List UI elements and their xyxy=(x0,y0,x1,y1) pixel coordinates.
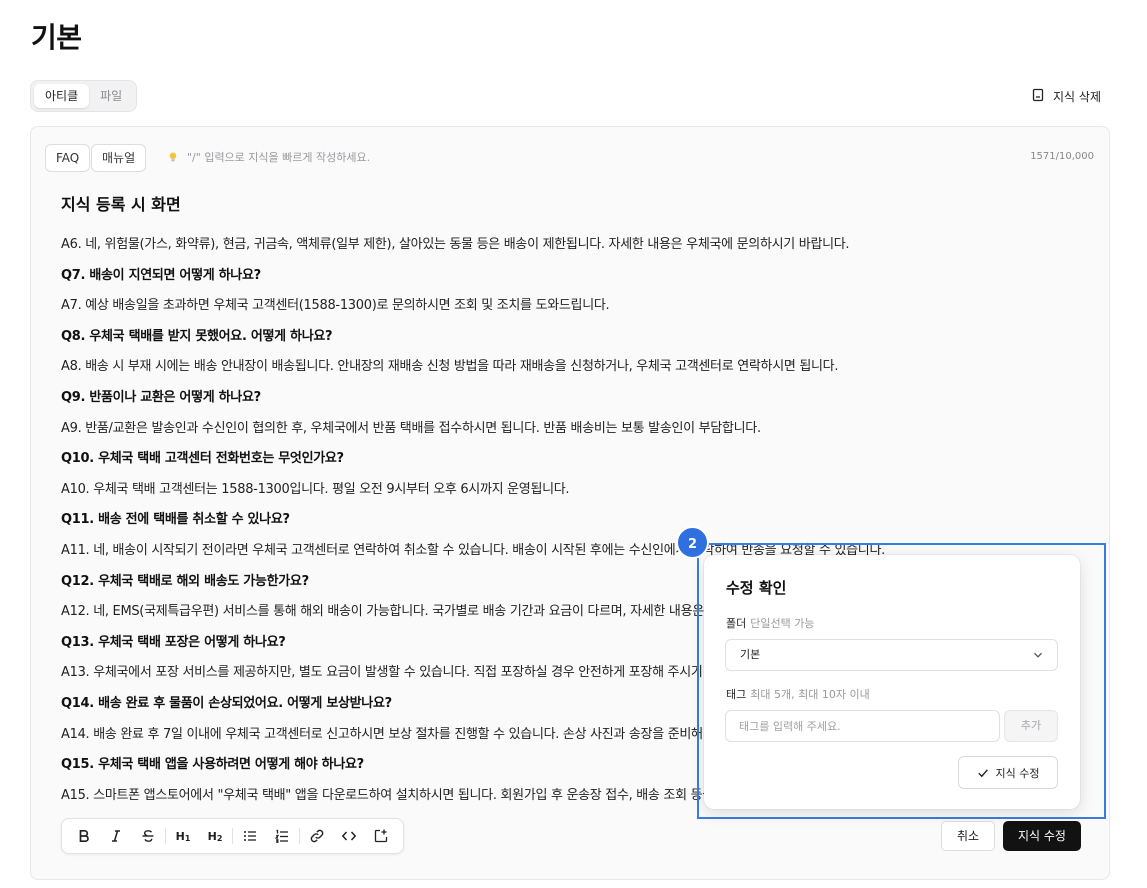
popup-title: 수정 확인 xyxy=(726,579,787,597)
folder-hint: 단일선택 가능 xyxy=(750,617,815,630)
tag-hint: 최대 5개, 최대 10자 이내 xyxy=(750,688,870,701)
bullet-list-button[interactable] xyxy=(234,822,266,850)
tag-label: 태그 xyxy=(726,688,747,701)
question-line: Q11. 배송 전에 택배를 취소할 수 있나요? xyxy=(61,512,290,528)
answer-line: A9. 반품/교환은 발송인과 수신인이 협의한 후, 우체국에서 반품 택배를… xyxy=(61,420,761,436)
manual-button[interactable]: 매뉴얼 xyxy=(91,144,147,172)
question-line: Q9. 반품이나 교환은 어떻게 하나요? xyxy=(61,389,261,405)
tab-article[interactable]: 아티클 xyxy=(34,84,90,108)
question-line: Q8. 우체국 택배를 받지 못했어요. 어떻게 하나요? xyxy=(61,328,333,344)
tab-file[interactable]: 파일 xyxy=(89,84,133,108)
content-type-tabs: 아티클 파일 xyxy=(30,80,138,112)
slash-hint: "/" 입력으로 지식을 빠르게 작성하세요. xyxy=(167,149,370,165)
folder-select[interactable]: 기본 xyxy=(725,639,1058,671)
submit-knowledge-button[interactable]: 지식 수정 xyxy=(1003,821,1081,851)
edit-confirm-popup: 수정 확인 폴더단일선택 가능 기본 태그최대 5개, 최대 10자 이내 추가… xyxy=(704,555,1080,809)
strikethrough-button[interactable] xyxy=(132,822,164,850)
toolbar-divider xyxy=(165,828,166,844)
delete-knowledge-button[interactable]: 지식 삭제 xyxy=(1031,86,1101,106)
confirm-edit-button[interactable]: 지식 수정 xyxy=(958,756,1058,789)
folder-value: 기본 xyxy=(740,648,761,661)
heading-2-letter: H xyxy=(207,829,217,843)
bold-button[interactable] xyxy=(68,822,100,850)
code-button[interactable] xyxy=(333,822,365,850)
toolbar-divider xyxy=(299,828,300,844)
folder-field-label: 폴더 단일선택 가능 xyxy=(726,615,814,631)
cancel-button[interactable]: 취소 xyxy=(941,821,995,851)
heading-1-letter: H xyxy=(175,829,185,843)
question-line: Q10. 우체국 택배 고객센터 전화번호는 무엇인가요? xyxy=(61,451,344,467)
answer-line: A6. 네, 위험물(가스, 화약류), 현금, 귀금속, 액체류(일부 제한)… xyxy=(61,237,850,252)
step-badge: 2 xyxy=(676,526,709,559)
hint-text: "/" 입력으로 지식을 빠르게 작성하세요. xyxy=(187,151,371,164)
embed-button[interactable] xyxy=(365,822,397,850)
delete-label: 지식 삭제 xyxy=(1053,89,1101,104)
trash-icon xyxy=(1031,88,1045,105)
toolbar-divider xyxy=(232,828,233,844)
folder-label: 폴더 xyxy=(726,617,747,630)
confirm-label: 지식 수정 xyxy=(995,766,1040,780)
chevron-down-icon xyxy=(1034,652,1042,658)
heading-2-button[interactable]: H2 xyxy=(199,822,231,850)
answer-line: A10. 우체국 택배 고객센터는 1588-1300입니다. 평일 오전 9시… xyxy=(61,481,570,497)
lightbulb-icon xyxy=(167,151,179,163)
italic-button[interactable] xyxy=(100,822,132,850)
answer-line: A8. 배송 시 부재 시에는 배송 안내장이 배송됩니다. 안내장의 재배송 … xyxy=(61,359,839,375)
heading-1-level: 1 xyxy=(184,833,191,843)
character-counter: 1571/10,000 xyxy=(1030,151,1094,162)
add-tag-button[interactable]: 추가 xyxy=(1004,710,1058,742)
tag-field-label: 태그 최대 5개, 최대 10자 이내 xyxy=(726,686,870,702)
document-title[interactable]: 지식 등록 시 화면 xyxy=(61,191,181,215)
answer-line: A7. 예상 배송일을 초과하면 우체국 고객센터(1588-1300)로 문의… xyxy=(61,298,610,314)
ordered-list-button[interactable] xyxy=(266,822,298,850)
heading-2-level: 2 xyxy=(216,833,223,843)
question-line: Q7. 배송이 지연되면 어떻게 하나요? xyxy=(61,267,261,283)
check-icon xyxy=(977,768,988,777)
heading-1-button[interactable]: H1 xyxy=(167,822,199,850)
format-toolbar: H1 H2 xyxy=(61,818,404,854)
page-title: 기본 xyxy=(31,21,82,54)
link-button[interactable] xyxy=(301,822,333,850)
faq-button[interactable]: FAQ xyxy=(45,144,91,172)
tag-input[interactable] xyxy=(725,710,1000,742)
